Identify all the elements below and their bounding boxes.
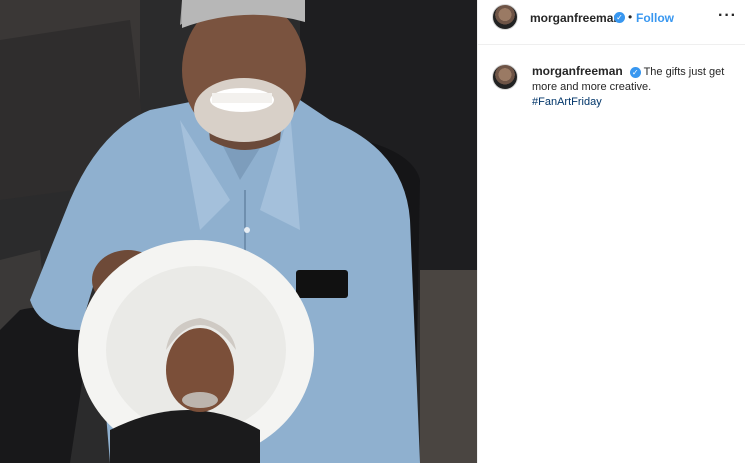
hashtag-link[interactable]: #FanArtFriday bbox=[532, 96, 602, 108]
avatar[interactable] bbox=[492, 4, 518, 30]
caption-username[interactable]: morganfreeman bbox=[532, 64, 623, 78]
follow-button[interactable]: Follow bbox=[636, 11, 674, 25]
header-username[interactable]: morganfreeman bbox=[530, 11, 621, 25]
post-header: morganfreeman ✓ • Follow ··· bbox=[478, 0, 745, 45]
photo-illustration bbox=[0, 0, 477, 463]
caption: morganfreeman ✓ The gifts just get more a… bbox=[532, 64, 732, 110]
avatar[interactable] bbox=[492, 64, 518, 90]
more-options-icon[interactable]: ··· bbox=[718, 7, 737, 25]
verified-badge-icon: ✓ bbox=[614, 12, 625, 23]
post-photo[interactable] bbox=[0, 0, 477, 463]
verified-badge-icon: ✓ bbox=[629, 66, 641, 78]
separator-dot: • bbox=[628, 10, 633, 24]
post-side-panel: morganfreeman ✓ • Follow ··· morganfreem… bbox=[477, 0, 745, 463]
